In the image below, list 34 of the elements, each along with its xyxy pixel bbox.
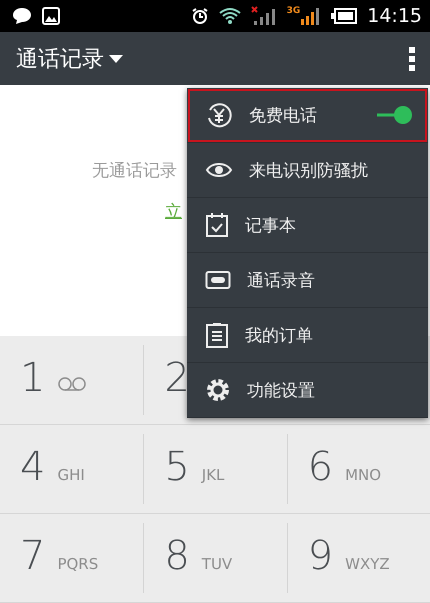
dropdown-caret-icon[interactable] (108, 54, 124, 64)
toggle-switch[interactable] (374, 104, 414, 126)
chat-icon (12, 7, 32, 26)
calendar-check-icon (205, 212, 229, 238)
alarm-icon (190, 7, 209, 26)
menu-item[interactable]: 免费电话 (187, 88, 428, 143)
dial-key[interactable]: 5 JKL (143, 434, 287, 504)
battery-icon (331, 8, 358, 24)
screen-title[interactable]: 通话记录 (16, 44, 104, 74)
wifi-icon (218, 7, 241, 26)
dial-key[interactable]: 4 GHI (0, 434, 144, 504)
dial-key[interactable]: 7 PQRS (0, 523, 144, 593)
network-type: 3G (286, 6, 300, 16)
signal-icon (301, 6, 322, 26)
menu-item[interactable]: 来电识别防骚扰 (187, 143, 428, 198)
yen-icon (205, 101, 233, 129)
clipboard-list-icon (205, 322, 229, 348)
clock-time: 14:15 (367, 5, 422, 28)
dial-key[interactable]: 9 WXYZ (286, 523, 430, 593)
dial-key[interactable]: 8 TUV (143, 523, 287, 593)
cassette-icon (205, 270, 231, 290)
menu-item[interactable]: 功能设置 (187, 363, 428, 418)
menu-item[interactable]: 通话录音 (187, 253, 428, 308)
no-signal-icon (250, 6, 277, 26)
overflow-menu-icon[interactable] (408, 46, 416, 72)
voicemail-icon (57, 377, 88, 391)
settings-icon (205, 377, 231, 403)
menu-item[interactable]: 记事本 (187, 198, 428, 253)
eye-icon (205, 160, 233, 180)
dial-key[interactable]: 6 MNO (286, 434, 430, 504)
empty-message: 无通话记录 (92, 160, 177, 182)
dial-key[interactable]: 1 (0, 345, 144, 415)
image-icon (42, 7, 60, 26)
menu-item[interactable]: 我的订单 (187, 308, 428, 363)
